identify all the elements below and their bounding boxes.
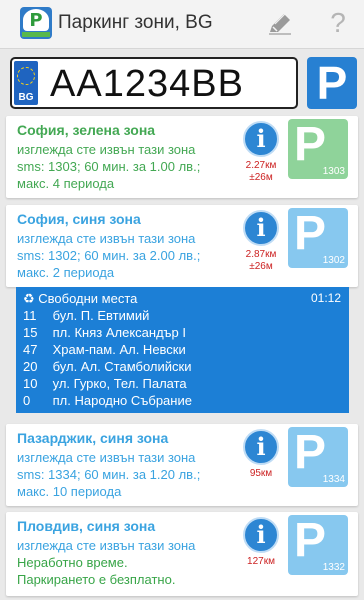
info-icon[interactable]: i [243,121,279,157]
zone-accuracy: ±26м [249,261,273,272]
license-plate-field[interactable]: BG AA1234BB [10,57,298,109]
park-sms-button[interactable]: P 1302 [288,208,348,268]
zone-distance: 127км [247,556,275,567]
eu-flag-icon: BG [14,61,38,105]
zone-code: 1303 [322,166,345,177]
free-spots-row: 20 бул. Ал. Стамболийски [23,359,192,374]
zone-free-parking: Паркирането е безплатно. [17,572,176,587]
zone-title: София, зелена зона [17,122,156,138]
free-spots-time: 01:12 [310,291,341,305]
zone-status: изглежда сте извън тази зона [17,538,196,553]
info-icon[interactable]: i [243,429,279,465]
zone-accuracy: ±26м [249,172,273,183]
zone-max-periods: макс. 10 периода [17,484,122,499]
zone-sms-info: sms: 1302; 60 мин. за 2.00 лв.; [17,248,201,263]
free-spots-row: 47 Храм-пам. Ал. Невски [23,342,186,357]
zone-code: 1334 [322,474,345,485]
app-title: Паркинг зони, BG [58,12,213,33]
zone-card[interactable]: София, синя зона изглежда сте извън тази… [6,205,358,287]
park-sms-button[interactable]: P 1303 [288,119,348,179]
zone-card[interactable]: София, зелена зона изглежда сте извън та… [6,116,358,198]
zone-code: 1332 [322,562,345,573]
pencil-icon[interactable] [266,10,294,38]
zone-sms-info: sms: 1303; 60 мин. за 1.00 лв.; [17,159,201,174]
zone-max-periods: макс. 2 периода [17,265,115,280]
zone-card[interactable]: Пазарджик, синя зона изглежда сте извън … [6,424,358,506]
free-spots-row: 10 ул. Гурко, Тел. Палата [23,376,187,391]
help-button[interactable]: ? [326,6,350,40]
free-spots-row: 15 пл. Княз Александър I [23,325,186,340]
park-sms-button[interactable]: P 1332 [288,515,348,575]
zone-status: изглежда сте извън тази зона [17,450,196,465]
plate-number: AA1234BB [50,63,244,105]
park-sms-button[interactable]: P 1334 [288,427,348,487]
zone-card[interactable]: Пловдив, синя зона изглежда сте извън та… [6,512,358,596]
zone-distance: 95км [249,468,273,479]
zone-max-periods: макс. 4 периода [17,176,115,191]
parking-app-icon: P [20,7,52,39]
info-icon[interactable]: i [243,210,279,246]
zone-distance: 2.87км [245,249,277,260]
zone-distance: 2.27км [245,160,277,171]
free-spots-row: 0 пл. Народно Събрание [23,393,192,408]
zone-title: Пазарджик, синя зона [17,430,169,446]
free-spots-header: ♻ Свободни места [23,291,138,306]
plate-country: BG [18,92,34,103]
zone-code: 1302 [322,255,345,266]
zone-working-hours: Неработно време. [17,555,128,570]
free-spots-row: 11 бул. П. Евтимий [23,308,150,323]
zone-status: изглежда сте извън тази зона [17,231,196,246]
info-icon[interactable]: i [243,517,279,553]
park-button[interactable]: P [307,57,357,109]
zone-title: София, синя зона [17,211,141,227]
free-spots-panel: ♻ Свободни места 01:12 11 бул. П. Евтими… [16,287,349,413]
app-bar: P Паркинг зони, BG ? [0,0,364,49]
zone-status: изглежда сте извън тази зона [17,142,196,157]
zone-sms-info: sms: 1334; 60 мин. за 1.20 лв.; [17,467,201,482]
zone-title: Пловдив, синя зона [17,518,156,534]
